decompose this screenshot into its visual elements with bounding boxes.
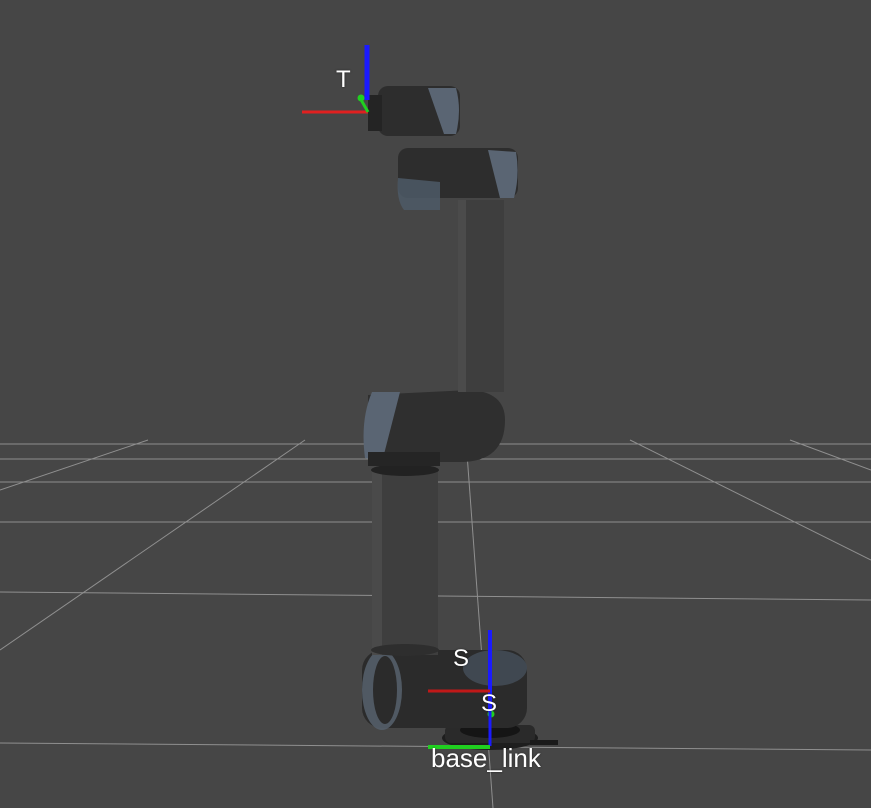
scene-canvas[interactable]	[0, 0, 871, 808]
robot-wrist-2-link[interactable]	[368, 86, 460, 136]
rviz-3d-viewport[interactable]: T S S base_link	[0, 0, 871, 808]
upper-arm-frame-label: S	[481, 690, 498, 717]
robot-forearm-link[interactable]	[458, 200, 504, 392]
robot-elbow-joint[interactable]	[363, 390, 505, 466]
tool-frame-axes	[302, 45, 370, 114]
shoulder-frame-label: S	[453, 645, 470, 672]
tool-frame-label: T	[336, 66, 351, 93]
robot-upper-arm-link[interactable]	[371, 464, 439, 656]
base-link-frame-label: base_link	[431, 743, 541, 773]
